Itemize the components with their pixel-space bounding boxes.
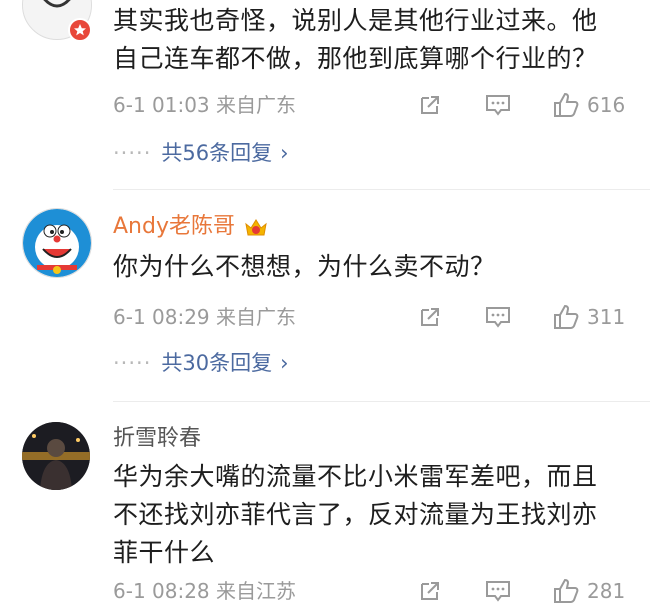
comment-meta: 6-1 01:03 来自广东	[113, 93, 297, 117]
chevron-right-icon: ›	[280, 351, 289, 375]
comment-text: 自己连车都不做，那他到底算哪个行业的？	[113, 44, 598, 73]
reply-count: 共56条回复	[161, 141, 273, 165]
reply-count: 共30条回复	[161, 351, 273, 375]
comment-icon	[486, 307, 510, 328]
comment-text: 华为余大嘴的流量不比小米雷军差吧，而且	[113, 462, 598, 491]
comment-text: 你为什么不想想，为什么卖不动？	[113, 252, 496, 281]
comment-2: Andy老陈哥 你为什么不想想，为什么卖不动？ 6-1 08:29 来自广东 3…	[0, 190, 650, 402]
comment-text: 其实我也奇怪，说别人是其他行业过来。他	[113, 6, 598, 35]
comment-text: 不还找刘亦菲代言了，反对流量为王找刘亦	[113, 500, 598, 529]
share-icon	[421, 308, 439, 326]
thumbs-up-icon	[554, 304, 579, 329]
comment-icon	[486, 95, 510, 116]
like-button[interactable]: 311	[553, 302, 625, 332]
verified-badge-icon	[68, 18, 92, 42]
comment-button[interactable]	[485, 90, 511, 120]
like-button[interactable]: 281	[553, 576, 625, 606]
replies-link[interactable]: ····· 共56条回复 ›	[113, 138, 289, 168]
avatar[interactable]	[22, 208, 92, 278]
username[interactable]: Andy老陈哥	[113, 213, 235, 241]
share-button[interactable]	[418, 90, 442, 120]
comment-3: 折雪聆春 华为余大嘴的流量不比小米雷军差吧，而且 不还找刘亦菲代言了，反对流量为…	[0, 402, 650, 614]
avatar[interactable]	[22, 422, 90, 490]
like-button[interactable]: 616	[553, 90, 625, 120]
like-count: 281	[587, 579, 626, 603]
comment-meta: 6-1 08:29 来自广东	[113, 305, 297, 329]
share-icon	[421, 96, 439, 114]
like-count: 616	[587, 93, 626, 117]
vip-crown-icon	[243, 215, 269, 239]
comment-meta: 6-1 08:28 来自江苏	[113, 579, 297, 603]
comment-icon	[486, 581, 510, 602]
comment-button[interactable]	[485, 302, 511, 332]
share-button[interactable]	[418, 576, 442, 606]
username[interactable]: 折雪聆春	[113, 425, 201, 453]
comment-button[interactable]	[485, 576, 511, 606]
share-button[interactable]	[418, 302, 442, 332]
replies-link[interactable]: ····· 共30条回复 ›	[113, 348, 289, 378]
share-icon	[421, 582, 439, 600]
comment-1: 其实我也奇怪，说别人是其他行业过来。他 自己连车都不做，那他到底算哪个行业的？ …	[0, 0, 650, 190]
comment-text: 菲干什么	[113, 538, 216, 567]
like-count: 311	[587, 305, 626, 329]
thumbs-up-icon	[554, 578, 579, 603]
chevron-right-icon: ›	[280, 141, 289, 165]
thumbs-up-icon	[554, 92, 579, 117]
